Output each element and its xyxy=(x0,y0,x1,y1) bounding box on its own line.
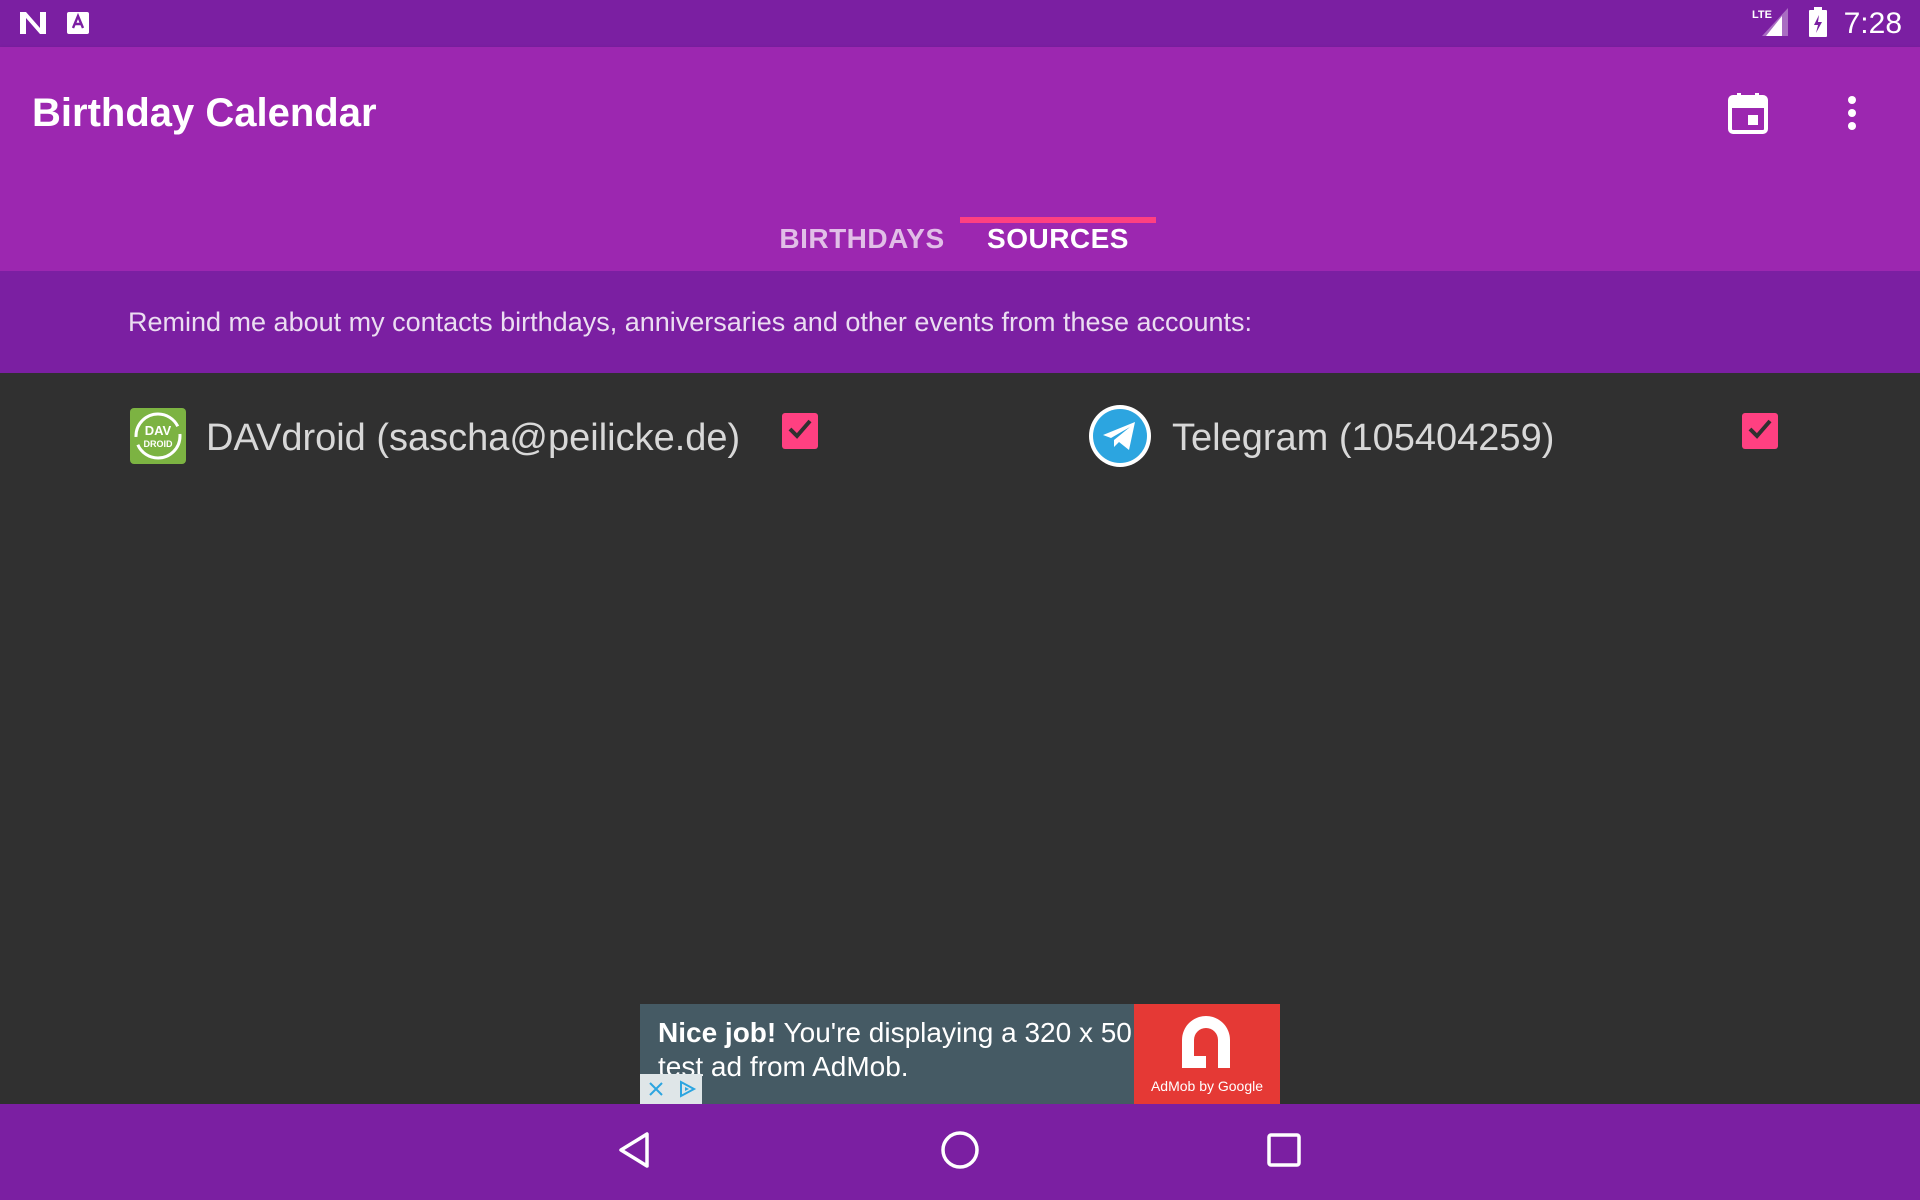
calendar-icon xyxy=(1728,92,1768,139)
info-text: Remind me about my contacts birthdays, a… xyxy=(128,307,1253,337)
admob-logo-icon xyxy=(1182,1016,1230,1068)
navigation-bar xyxy=(0,1104,1920,1200)
n-logo-icon xyxy=(18,10,48,41)
ad-choices-icon[interactable] xyxy=(671,1074,702,1104)
status-time: 7:28 xyxy=(1843,7,1902,40)
more-options-button[interactable] xyxy=(1824,87,1880,143)
checkmark-icon xyxy=(786,415,814,448)
ad-banner[interactable]: Nice job! You're displaying a 320 x 50 t… xyxy=(640,1004,1280,1104)
signal-icon: LTE xyxy=(1752,6,1792,43)
a-notification-icon xyxy=(66,11,90,40)
tab-indicator xyxy=(960,217,1156,223)
status-bar: LTE 7:28 xyxy=(0,0,1920,47)
davdroid-icon-text-top: DAV xyxy=(145,423,172,438)
tab-birthdays[interactable]: BIRTHDAYS xyxy=(762,207,962,271)
battery-icon xyxy=(1808,6,1828,43)
checkmark-icon xyxy=(1746,415,1774,448)
calendar-button[interactable] xyxy=(1720,87,1776,143)
davdroid-checkbox[interactable] xyxy=(782,413,818,449)
source-item-davdroid[interactable]: DAV DROID DAVdroid (sascha@peilicke.de) xyxy=(130,404,740,472)
recents-icon xyxy=(1264,1130,1304,1175)
home-button[interactable] xyxy=(930,1122,990,1182)
ad-choices[interactable] xyxy=(640,1074,702,1104)
recents-button[interactable] xyxy=(1254,1122,1314,1182)
ad-brand: AdMob by Google xyxy=(1150,1078,1264,1094)
ad-text: Nice job! You're displaying a 320 x 50 t… xyxy=(658,1016,1138,1084)
more-options-icon xyxy=(1846,95,1858,136)
info-bar: Remind me about my contacts birthdays, a… xyxy=(0,271,1920,373)
network-label: LTE xyxy=(1752,9,1772,21)
davdroid-icon: DAV DROID xyxy=(130,407,186,469)
source-label: DAVdroid (sascha@peilicke.de) xyxy=(206,416,741,459)
app-bar: Birthday Calendar BIRTHDAYS SOURCES xyxy=(0,47,1920,271)
close-icon[interactable] xyxy=(640,1074,671,1104)
davdroid-icon-text-bottom: DROID xyxy=(144,439,174,449)
admob-logo: AdMob by Google xyxy=(1134,1004,1280,1104)
telegram-checkbox[interactable] xyxy=(1742,413,1778,449)
telegram-icon xyxy=(1088,404,1152,473)
source-item-telegram[interactable]: Telegram (105404259) xyxy=(1088,404,1554,472)
back-button[interactable] xyxy=(606,1122,666,1182)
ad-headline: Nice job! xyxy=(658,1017,777,1048)
back-icon xyxy=(616,1130,656,1175)
app-title: Birthday Calendar xyxy=(32,91,377,135)
home-icon xyxy=(939,1129,981,1176)
source-label: Telegram (105404259) xyxy=(1172,416,1555,459)
